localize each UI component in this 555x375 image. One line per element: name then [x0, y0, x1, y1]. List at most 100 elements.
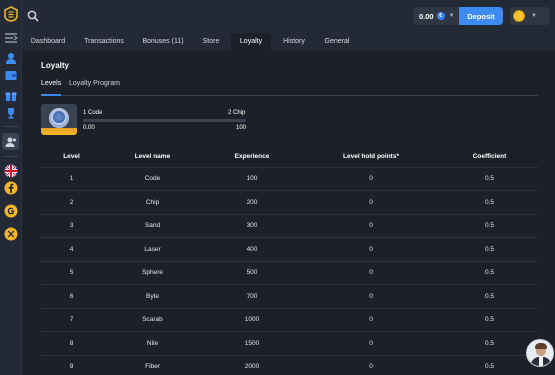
cell-level: 6: [41, 284, 102, 309]
search-icon[interactable]: [27, 9, 41, 23]
levels-table: Level Level name Experience Level hold p…: [41, 147, 538, 375]
chevron-down-icon: ▼: [531, 13, 537, 19]
cell-coefficient: 0.5: [441, 237, 538, 262]
profile-icon[interactable]: [3, 50, 19, 66]
level-progress-bar: [83, 119, 246, 122]
sidebar: [0, 0, 22, 375]
cell-experience: 100: [203, 167, 301, 191]
facebook-icon[interactable]: [3, 180, 19, 196]
cell-level-name: Sand: [102, 214, 203, 238]
cell-level: 2: [41, 190, 102, 215]
cell-coefficient: 0.5: [441, 214, 538, 238]
cell-hold-points: 0: [301, 214, 441, 238]
level-badge: [41, 104, 77, 135]
cell-level: 1: [41, 167, 102, 191]
column-header-level: Level: [41, 147, 102, 168]
cell-experience: 2000: [203, 355, 301, 375]
tab-store[interactable]: Store: [198, 33, 224, 50]
cell-level: 8: [41, 331, 102, 356]
table-row: 8 Nile 1500 0 0.5: [41, 331, 538, 356]
avatar: [513, 10, 525, 22]
table-row: 7 Scarab 1000 0 0.5: [41, 308, 538, 332]
account-tabs: Dashboard Transactions Bonuses (11) Stor…: [22, 33, 555, 50]
x-twitter-icon[interactable]: [3, 226, 19, 242]
cell-level: 9: [41, 355, 102, 375]
support-chat-avatar[interactable]: [526, 339, 554, 367]
column-header-coefficient: Coefficient: [441, 147, 538, 168]
chat-agent-hair: [535, 343, 547, 349]
cell-experience: 1000: [203, 308, 301, 332]
next-level-label: 2 Chip: [228, 110, 246, 116]
cell-coefficient: 0.5: [441, 331, 538, 356]
column-header-experience: Experience: [203, 147, 301, 168]
cell-hold-points: 0: [301, 190, 441, 215]
tab-bonuses[interactable]: Bonuses (11): [139, 33, 187, 50]
deposit-button[interactable]: Deposit: [459, 7, 503, 25]
column-header-hold-points: Level hold points*: [301, 147, 441, 168]
trophy-icon[interactable]: [3, 105, 19, 121]
column-header-level-name: Level name: [102, 147, 203, 168]
cell-level: 3: [41, 214, 102, 238]
table-row: 4 Laser 400 0 0.5: [41, 237, 538, 262]
google-icon[interactable]: [3, 203, 19, 219]
cell-coefficient: 0.5: [441, 190, 538, 215]
sidebar-divider: [3, 126, 19, 127]
current-level-label: 1 Code: [83, 110, 103, 116]
cell-experience: 300: [203, 214, 301, 238]
cell-level-name: Code: [102, 167, 203, 191]
progress-current-value: 0.00: [83, 125, 95, 131]
gift-icon[interactable]: [3, 88, 19, 104]
subtab-levels[interactable]: Levels: [41, 80, 61, 87]
tab-transactions[interactable]: Transactions: [78, 33, 130, 50]
page-title: Loyalty: [41, 61, 70, 70]
uk-flag-icon[interactable]: [3, 163, 19, 179]
logo-icon[interactable]: [3, 6, 19, 22]
subtab-active-indicator: [41, 94, 61, 96]
cell-hold-points: 0: [301, 284, 441, 309]
table-row: 5 Sphere 500 0 0.5: [41, 261, 538, 285]
table-header-row: Level Level name Experience Level hold p…: [41, 147, 538, 168]
collapse-menu-icon[interactable]: [3, 30, 19, 46]
tab-general[interactable]: General: [321, 33, 353, 50]
cell-hold-points: 0: [301, 167, 441, 191]
cell-level: 7: [41, 308, 102, 332]
cell-experience: 500: [203, 261, 301, 285]
cell-hold-points: 0: [301, 331, 441, 356]
cell-experience: 700: [203, 284, 301, 309]
cell-level-name: Chip: [102, 190, 203, 215]
tab-dashboard[interactable]: Dashboard: [25, 33, 71, 50]
cell-level-name: Sphere: [102, 261, 203, 285]
subtab-divider: [41, 95, 538, 96]
user-menu-button[interactable]: ▼: [510, 7, 550, 25]
currency-icon: €: [436, 12, 445, 20]
progress-target-value: 100: [236, 125, 247, 131]
cell-level-name: Fiber: [102, 355, 203, 375]
cell-level: 4: [41, 237, 102, 262]
cell-coefficient: 0.5: [441, 284, 538, 309]
cell-level-name: Scarab: [102, 308, 203, 332]
cell-level-name: Laser: [102, 237, 203, 262]
cell-hold-points: 0: [301, 261, 441, 285]
cell-hold-points: 0: [301, 237, 441, 262]
wallet-icon[interactable]: [3, 67, 19, 83]
top-bar: 0.00 € ▼ Deposit ▼: [22, 0, 555, 33]
tab-history[interactable]: History: [280, 33, 308, 50]
cell-coefficient: 0.5: [441, 167, 538, 191]
table-row: 2 Chip 200 0 0.5: [41, 190, 538, 215]
cell-level: 5: [41, 261, 102, 285]
table-row: 9 Fiber 2000 0 0.5: [41, 355, 538, 375]
tab-loyalty[interactable]: Loyalty: [231, 33, 271, 50]
cell-hold-points: 0: [301, 355, 441, 375]
level-gem-icon: [49, 108, 69, 128]
cell-level-name: Byte: [102, 284, 203, 309]
sidebar-divider: [3, 156, 19, 157]
cell-experience: 1500: [203, 331, 301, 356]
cell-coefficient: 0.5: [441, 261, 538, 285]
table-row: 1 Code 100 0 0.5: [41, 167, 538, 191]
subtab-loyalty-program[interactable]: Loyalty Program: [69, 80, 120, 87]
cell-experience: 200: [203, 190, 301, 215]
cell-coefficient: 0.5: [441, 308, 538, 332]
support-icon[interactable]: [2, 133, 19, 150]
balance-dropdown[interactable]: 0.00 € ▼: [413, 7, 459, 25]
chat-agent-shirt: [539, 357, 543, 366]
